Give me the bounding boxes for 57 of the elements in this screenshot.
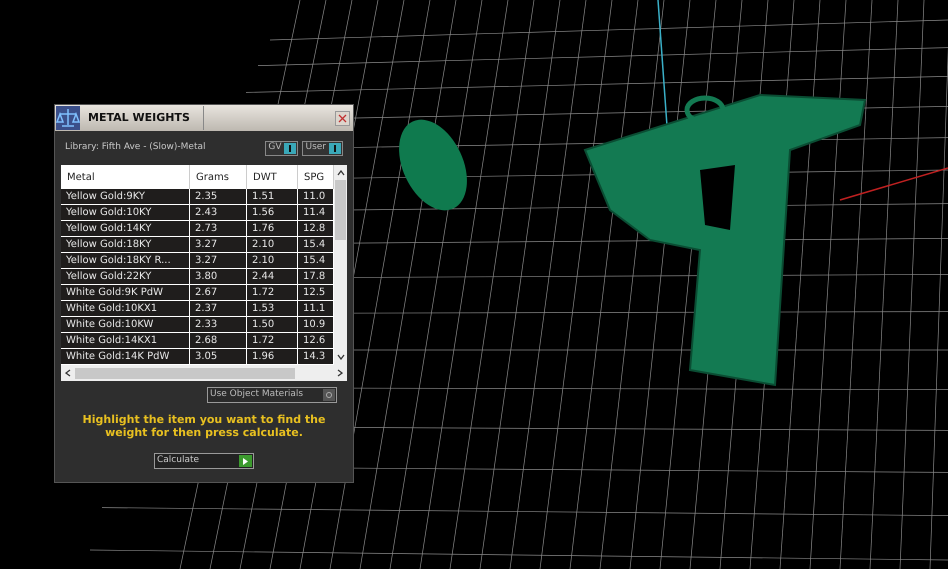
table-cell: 1.72	[247, 333, 298, 348]
table-cell: Yellow Gold:18KY	[61, 237, 190, 252]
table-cell: 2.33	[190, 317, 247, 332]
table-cell: 2.35	[190, 189, 247, 204]
use-object-materials-checkbox[interactable]: Use Object Materials	[207, 387, 337, 403]
calculate-button[interactable]: Calculate	[154, 453, 254, 469]
table-cell: White Gold:9K PdW	[61, 285, 190, 300]
table-cell: 2.73	[190, 221, 247, 236]
table-cell: 3.27	[190, 237, 247, 252]
table-cell: 1.96	[247, 349, 298, 364]
table-row[interactable]: Yellow Gold:14KY 2.73 1.76 12.8	[61, 221, 334, 237]
table-cell: 2.10	[247, 253, 298, 268]
table-cell: Yellow Gold:9KY	[61, 189, 190, 204]
horizontal-scrollbar[interactable]	[61, 365, 347, 381]
table-cell: 1.50	[247, 317, 298, 332]
table-cell: Yellow Gold:22KY	[61, 269, 190, 284]
table-row[interactable]: Yellow Gold:18KY 3.27 2.10 15.4	[61, 237, 334, 253]
table-cell: White Gold:10KW	[61, 317, 190, 332]
table-cell: Yellow Gold:18KY R...	[61, 253, 190, 268]
table-cell: 1.56	[247, 205, 298, 220]
table-cell: White Gold:14KX1	[61, 333, 190, 348]
window-title: METAL WEIGHTS	[88, 106, 204, 130]
table-cell: 2.10	[247, 237, 298, 252]
library-label: Library: Fifth Ave - (Slow)-Metal	[65, 141, 206, 154]
toggle-button[interactable]: GV	[265, 140, 298, 156]
table-cell: 1.51	[247, 189, 298, 204]
table-row[interactable]: White Gold:14K PdW 3.05 1.96 14.3	[61, 349, 334, 365]
toggle-button[interactable]: User	[302, 140, 343, 156]
table-cell: 2.44	[247, 269, 298, 284]
table-cell: 1.72	[247, 285, 298, 300]
table-cell: 3.27	[190, 253, 247, 268]
table-cell: 3.05	[190, 349, 247, 364]
vertical-scrollbar[interactable]	[334, 165, 347, 365]
table-cell: 1.76	[247, 221, 298, 236]
table-row[interactable]: Yellow Gold:9KY 2.35 1.51 11.0	[61, 189, 334, 205]
table-row[interactable]: White Gold:10KX1 2.37 1.53 11.1	[61, 301, 334, 317]
table-cell: Yellow Gold:14KY	[61, 221, 190, 236]
table-cell: 2.68	[190, 333, 247, 348]
play-icon	[243, 458, 248, 464]
table-cell: Yellow Gold:10KY	[61, 205, 190, 220]
table-cell: 2.43	[190, 205, 247, 220]
close-button[interactable]	[335, 110, 350, 126]
close-icon	[338, 114, 347, 122]
table-cell: 1.53	[247, 301, 298, 316]
scale-icon	[56, 106, 80, 130]
table-row[interactable]: White Gold:9K PdW 2.67 1.72 12.5	[61, 285, 334, 301]
table-row[interactable]: White Gold:10KW 2.33 1.50 10.9	[61, 317, 334, 333]
table-row[interactable]: White Gold:14KX1 2.68 1.72 12.6	[61, 333, 334, 349]
instruction-text: Highlight the item you want to find the weight for then press calculate.	[82, 413, 326, 439]
table-cell: 3.80	[190, 269, 247, 284]
table-cell: White Gold:14K PdW	[61, 349, 190, 364]
table-cell: White Gold:10KX1	[61, 301, 190, 316]
table-cell: 2.37	[190, 301, 247, 316]
table-row[interactable]: Yellow Gold:18KY R... 3.27 2.10 15.4	[61, 253, 334, 269]
table-cell: 2.67	[190, 285, 247, 300]
table-row[interactable]: Yellow Gold:10KY 2.43 1.56 11.4	[61, 205, 334, 221]
table-row[interactable]: Yellow Gold:22KY 3.80 2.44 17.8	[61, 269, 334, 285]
